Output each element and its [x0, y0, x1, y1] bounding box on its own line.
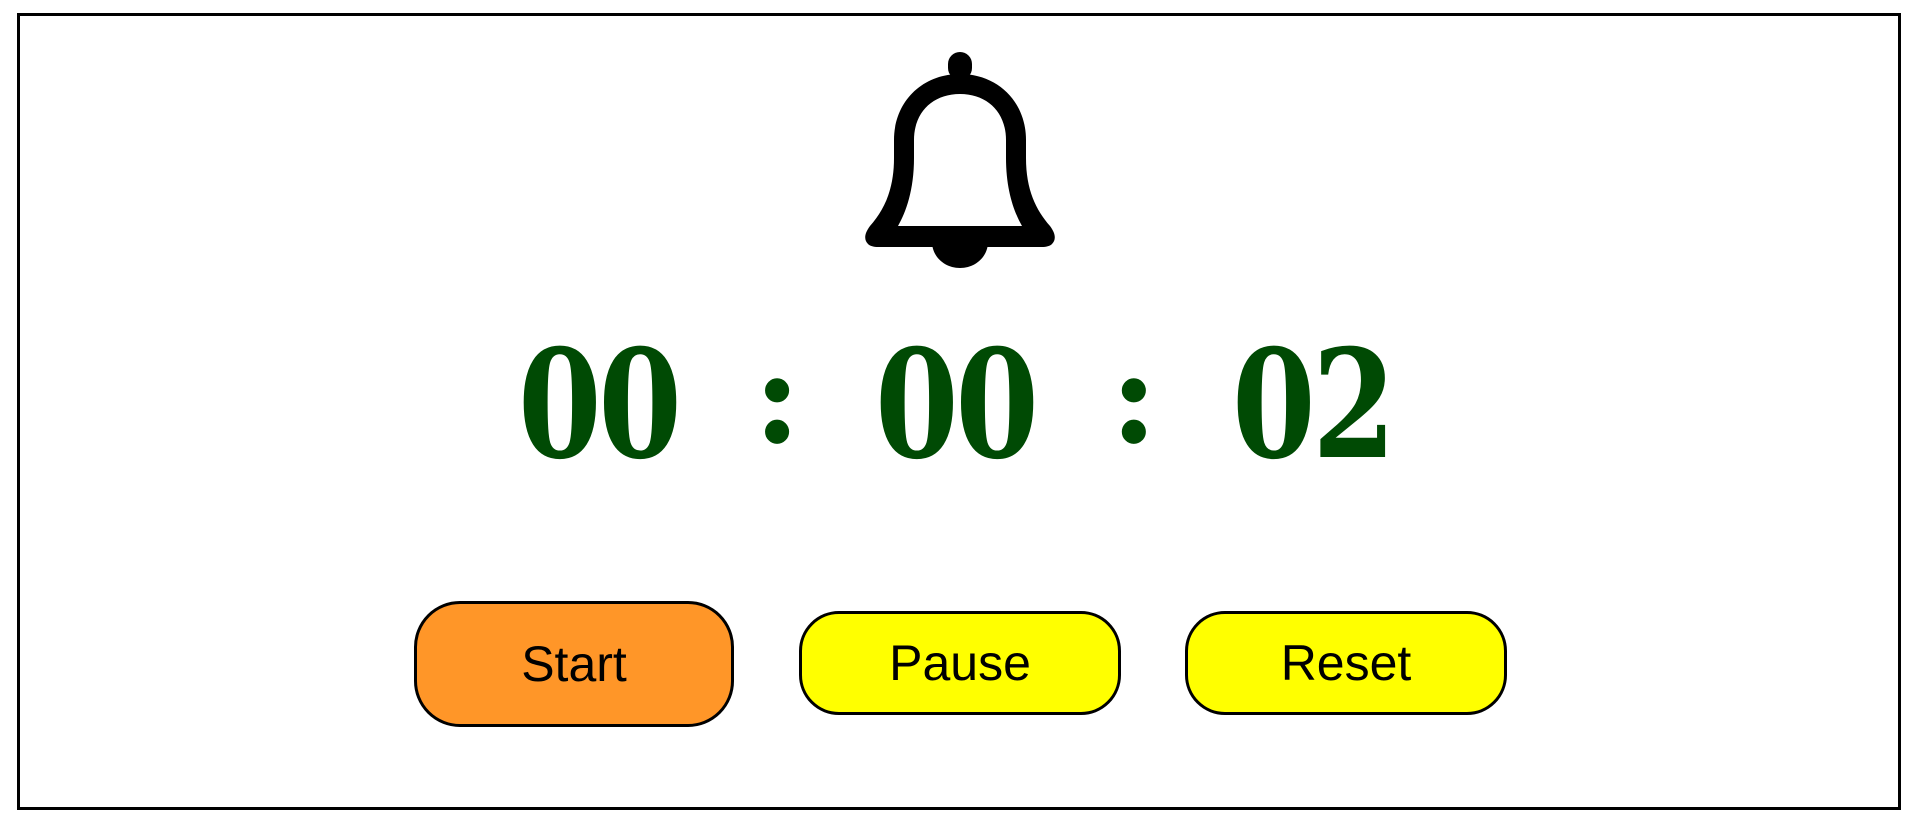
- minutes-value: 00: [875, 317, 1039, 493]
- pause-button[interactable]: Pause: [799, 611, 1121, 715]
- time-separator: :: [1109, 320, 1158, 473]
- hours-value: 00: [518, 317, 682, 493]
- bell-icon: [865, 52, 1055, 268]
- countdown-display: 00 : 00 : 02: [0, 325, 1911, 485]
- time-separator: :: [753, 320, 802, 473]
- pause-button-label: Pause: [889, 635, 1031, 691]
- reset-button[interactable]: Reset: [1185, 611, 1507, 715]
- seconds-value: 02: [1231, 317, 1396, 493]
- start-button-label: Start: [521, 636, 627, 692]
- reset-button-label: Reset: [1280, 635, 1412, 691]
- start-button[interactable]: Start: [414, 601, 734, 727]
